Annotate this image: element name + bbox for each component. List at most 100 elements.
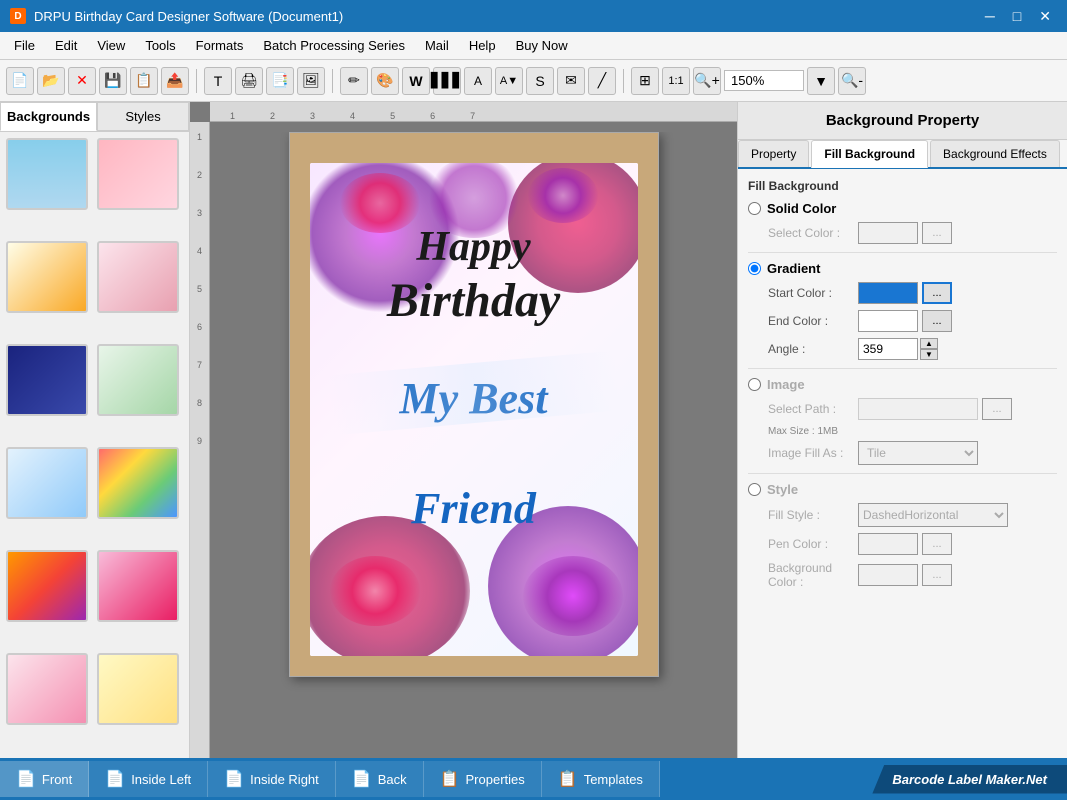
bg-thumb-5[interactable] xyxy=(6,344,88,416)
symbol-button[interactable]: S xyxy=(526,67,554,95)
pen-color-pick-btn[interactable]: ... xyxy=(922,533,952,555)
tab-backgrounds[interactable]: Backgrounds xyxy=(0,102,97,131)
print-button[interactable]: 🖨 xyxy=(235,67,263,95)
tab-front[interactable]: 📄 Front xyxy=(0,761,89,797)
path-input[interactable] xyxy=(858,398,978,420)
bg-thumb-10[interactable] xyxy=(97,550,179,622)
image-radio[interactable] xyxy=(748,378,761,391)
save-button[interactable]: 💾 xyxy=(99,67,127,95)
save-as-button[interactable]: 📋 xyxy=(130,67,158,95)
panel-content: Fill Background Solid Color Select Color… xyxy=(738,169,1067,758)
tab-styles[interactable]: Styles xyxy=(97,102,189,131)
zoom-out-button[interactable]: 🔍- xyxy=(838,67,866,95)
angle-up-btn[interactable]: ▲ xyxy=(920,338,938,349)
flower-accent-4 xyxy=(523,556,623,636)
tab-templates[interactable]: 📋 Templates xyxy=(542,761,660,797)
solid-color-pick-btn[interactable]: ... xyxy=(922,222,952,244)
image-fill-select[interactable]: Tile Stretch Center Zoom xyxy=(858,441,978,465)
tab-back[interactable]: 📄 Back xyxy=(336,761,424,797)
style-radio[interactable] xyxy=(748,483,761,496)
angle-spinners: ▲ ▼ xyxy=(920,338,938,360)
path-pick-btn[interactable]: ... xyxy=(982,398,1012,420)
copy-button[interactable]: 📑 xyxy=(266,67,294,95)
bg-thumb-1[interactable] xyxy=(6,138,88,210)
pen-color-label: Pen Color : xyxy=(768,537,858,551)
end-color-pick-btn[interactable]: ... xyxy=(922,310,952,332)
tab-property[interactable]: Property xyxy=(738,140,809,167)
gradient-radio[interactable] xyxy=(748,262,761,275)
menu-file[interactable]: File xyxy=(4,35,45,56)
tab-background-effects[interactable]: Background Effects xyxy=(930,140,1060,167)
maximize-button[interactable]: □ xyxy=(1007,8,1027,25)
tab-properties[interactable]: 📋 Properties xyxy=(424,761,542,797)
start-color-pick-btn[interactable]: ... xyxy=(922,282,952,304)
bg-thumb-4[interactable] xyxy=(97,241,179,313)
fill-style-select[interactable]: DashedHorizontal Solid DashedVertical xyxy=(858,503,1008,527)
email-button[interactable]: ✉ xyxy=(557,67,585,95)
image-label: Image xyxy=(767,377,805,392)
tab-fill-background[interactable]: Fill Background xyxy=(811,140,928,168)
image-button[interactable]: 🖼 xyxy=(297,67,325,95)
bg-thumb-9[interactable] xyxy=(6,550,88,622)
menu-edit[interactable]: Edit xyxy=(45,35,87,56)
zoom-dropdown[interactable]: ▼ xyxy=(807,67,835,95)
close-file-button[interactable]: ✕ xyxy=(68,67,96,95)
front-icon: 📄 xyxy=(16,769,36,789)
pencil-button[interactable]: ✏ xyxy=(340,67,368,95)
text2-button[interactable]: A xyxy=(464,67,492,95)
bg-thumb-8[interactable] xyxy=(97,447,179,519)
menu-buynow[interactable]: Buy Now xyxy=(506,35,578,56)
end-color-box[interactable] xyxy=(858,310,918,332)
zoom-in-button[interactable]: 🔍+ xyxy=(693,67,721,95)
menu-view[interactable]: View xyxy=(87,35,135,56)
pen-color-box[interactable] xyxy=(858,533,918,555)
inside-right-icon: 📄 xyxy=(224,769,244,789)
paint-button[interactable]: 🎨 xyxy=(371,67,399,95)
bg-thumb-6[interactable] xyxy=(97,344,179,416)
bg-color-pick-btn[interactable]: ... xyxy=(922,564,952,586)
close-button[interactable]: ✕ xyxy=(1033,8,1057,25)
bg-thumb-2[interactable] xyxy=(97,138,179,210)
menu-help[interactable]: Help xyxy=(459,35,506,56)
menu-formats[interactable]: Formats xyxy=(186,35,254,56)
barcode-button[interactable]: ▋▋▋ xyxy=(433,67,461,95)
bg-thumb-7[interactable] xyxy=(6,447,88,519)
card-text-birthday: Birthday xyxy=(387,273,560,328)
bg-color-box[interactable] xyxy=(858,564,918,586)
bg-color-row: Background Color : ... xyxy=(748,561,1057,589)
open-button[interactable]: 📂 xyxy=(37,67,65,95)
brand-area: Barcode Label Maker.Net xyxy=(872,765,1067,794)
bg-thumb-3[interactable] xyxy=(6,241,88,313)
ratio-button[interactable]: 1:1 xyxy=(662,67,690,95)
grid-button[interactable]: ⊞ xyxy=(631,67,659,95)
word-button[interactable]: W xyxy=(402,67,430,95)
angle-input[interactable]: 359 xyxy=(858,338,918,360)
canvas-card[interactable]: Happy Birthday My Best Friend xyxy=(289,132,659,677)
select-color-row: Select Color : ... xyxy=(748,222,1057,244)
menu-mail[interactable]: Mail xyxy=(415,35,459,56)
minimize-button[interactable]: ─ xyxy=(979,8,1001,25)
export-button[interactable]: 📤 xyxy=(161,67,189,95)
start-color-box[interactable] xyxy=(858,282,918,304)
tab-inside-right[interactable]: 📄 Inside Right xyxy=(208,761,336,797)
menu-batch[interactable]: Batch Processing Series xyxy=(253,35,415,56)
bg-thumb-11[interactable] xyxy=(6,653,88,725)
canvas-wrapper: Happy Birthday My Best Friend xyxy=(220,132,727,758)
menu-bar: File Edit View Tools Formats Batch Proce… xyxy=(0,32,1067,60)
gradient-row: Gradient xyxy=(748,261,1057,276)
tab-front-label: Front xyxy=(42,772,72,787)
bg-thumb-12[interactable] xyxy=(97,653,179,725)
menu-tools[interactable]: Tools xyxy=(135,35,185,56)
text3-button[interactable]: A▼ xyxy=(495,67,523,95)
zoom-input[interactable]: 150% xyxy=(724,70,804,91)
panel-tabs: Property Fill Background Background Effe… xyxy=(738,140,1067,169)
line-button[interactable]: ╱ xyxy=(588,67,616,95)
text-button[interactable]: T xyxy=(204,67,232,95)
solid-color-radio[interactable] xyxy=(748,202,761,215)
solid-color-box[interactable] xyxy=(858,222,918,244)
end-color-row: End Color : ... xyxy=(748,310,1057,332)
tab-inside-left[interactable]: 📄 Inside Left xyxy=(89,761,208,797)
angle-down-btn[interactable]: ▼ xyxy=(920,349,938,360)
tab-properties-label: Properties xyxy=(466,772,525,787)
new-button[interactable]: 📄 xyxy=(6,67,34,95)
